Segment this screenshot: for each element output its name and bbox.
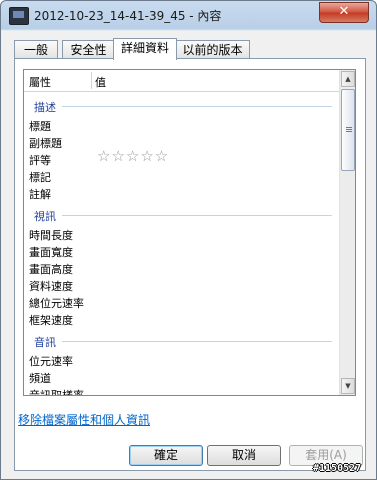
grip-line: [346, 129, 352, 130]
list-header: 屬性 值: [24, 70, 339, 92]
property-row[interactable]: 標題: [29, 118, 51, 134]
title-bar[interactable]: 2012-10-23_14-41-39_45 - 內容 ✕: [1, 1, 376, 29]
property-row[interactable]: 頻道: [29, 370, 51, 386]
video-file-icon: [9, 7, 29, 25]
tab-details[interactable]: 詳細資料: [113, 38, 177, 60]
vertical-scrollbar[interactable]: ▲ ▼: [339, 70, 355, 395]
tab-previous-versions[interactable]: 以前的版本: [175, 40, 250, 59]
property-list[interactable]: 屬性 值 描述 標題 副標題 評等 ☆☆☆☆☆ 標記 註解 視訊 時間長度 畫面…: [23, 69, 356, 396]
group-divider: [62, 106, 332, 107]
property-row[interactable]: 評等: [29, 152, 51, 168]
properties-window: 2012-10-23_14-41-39_45 - 內容 ✕ 一般 安全性 詳細資…: [0, 0, 377, 480]
property-row[interactable]: 畫面高度: [29, 261, 73, 277]
tab-general[interactable]: 一般: [14, 40, 58, 59]
group-header-description: 描述: [34, 101, 56, 114]
property-row[interactable]: 資料速度: [29, 278, 73, 294]
ok-button[interactable]: 確定: [129, 445, 203, 466]
column-header-property[interactable]: 屬性: [29, 74, 51, 90]
property-row[interactable]: 音訊取樣率: [29, 387, 84, 395]
scroll-up-icon[interactable]: ▲: [341, 71, 355, 87]
group-header-video: 視訊: [34, 210, 56, 223]
group-divider: [62, 215, 332, 216]
group-header-audio: 音訊: [34, 336, 56, 349]
group-divider: [62, 341, 332, 342]
column-divider[interactable]: [91, 72, 92, 89]
scroll-down-icon[interactable]: ▼: [341, 378, 355, 394]
close-button[interactable]: ✕: [319, 2, 369, 23]
dialog-panel: 一般 安全性 詳細資料 以前的版本 屬性 值 描述 標題 副標題 評等 ☆☆☆☆…: [7, 31, 371, 472]
grip-line: [346, 127, 352, 128]
rating-stars[interactable]: ☆☆☆☆☆: [97, 147, 169, 165]
tab-content-details: 屬性 值 描述 標題 副標題 評等 ☆☆☆☆☆ 標記 註解 視訊 時間長度 畫面…: [14, 58, 366, 471]
property-row[interactable]: 位元速率: [29, 353, 73, 369]
window-title: 2012-10-23_14-41-39_45 - 內容: [34, 9, 222, 23]
watermark-id: #1150527: [313, 463, 362, 474]
scroll-thumb[interactable]: [341, 89, 355, 171]
cancel-button[interactable]: 取消: [207, 445, 281, 466]
property-row[interactable]: 標記: [29, 169, 51, 185]
property-row[interactable]: 畫面寬度: [29, 244, 73, 260]
property-row[interactable]: 註解: [29, 186, 51, 202]
property-row[interactable]: 副標題: [29, 135, 62, 151]
grip-line: [346, 131, 352, 132]
property-row[interactable]: 時間長度: [29, 227, 73, 243]
tab-security[interactable]: 安全性: [62, 40, 115, 59]
property-row[interactable]: 框架速度: [29, 312, 73, 328]
remove-properties-link[interactable]: 移除檔案屬性和個人資訊: [18, 411, 150, 428]
property-row[interactable]: 總位元速率: [29, 295, 84, 311]
column-header-value[interactable]: 值: [95, 74, 106, 90]
